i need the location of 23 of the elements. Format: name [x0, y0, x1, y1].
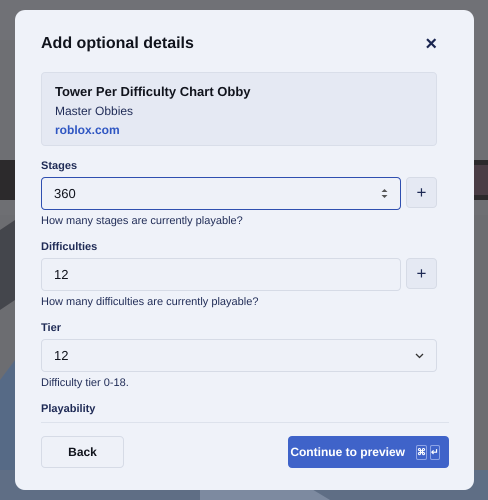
game-creator: Master Obbies	[55, 104, 134, 118]
field-hint: How many difficulties are currently playable?	[41, 296, 260, 308]
field-label: Difficulties	[41, 241, 98, 253]
dialog-title: Add optional details	[41, 35, 194, 53]
shortcut-key: ⌘	[416, 444, 427, 460]
back-button[interactable]: Back	[41, 436, 124, 468]
field-label: Stages	[41, 160, 78, 172]
field-hint: How many stages are currently playable?	[41, 215, 244, 227]
game-name: Tower Per Difficulty Chart Obby	[55, 84, 252, 99]
select-field[interactable]: 12	[41, 339, 437, 372]
shortcut-key: ↵	[430, 444, 440, 460]
add-button[interactable]: +	[406, 258, 437, 289]
field-label: Playability	[41, 403, 96, 415]
chevron-down-icon	[415, 352, 424, 358]
stepper-icon[interactable]	[381, 188, 388, 199]
field-label: Tier	[41, 322, 62, 334]
number-field[interactable]: 12	[41, 258, 401, 291]
number-field[interactable]: 360	[41, 177, 401, 210]
close-button[interactable]: ×	[425, 34, 437, 54]
game-link[interactable]: roblox.com	[55, 123, 120, 137]
field-hint: Difficulty tier 0-18.	[41, 377, 130, 389]
continue-button[interactable]: Continue to preview ⌘ ↵	[288, 436, 449, 468]
add-button[interactable]: +	[406, 177, 437, 208]
